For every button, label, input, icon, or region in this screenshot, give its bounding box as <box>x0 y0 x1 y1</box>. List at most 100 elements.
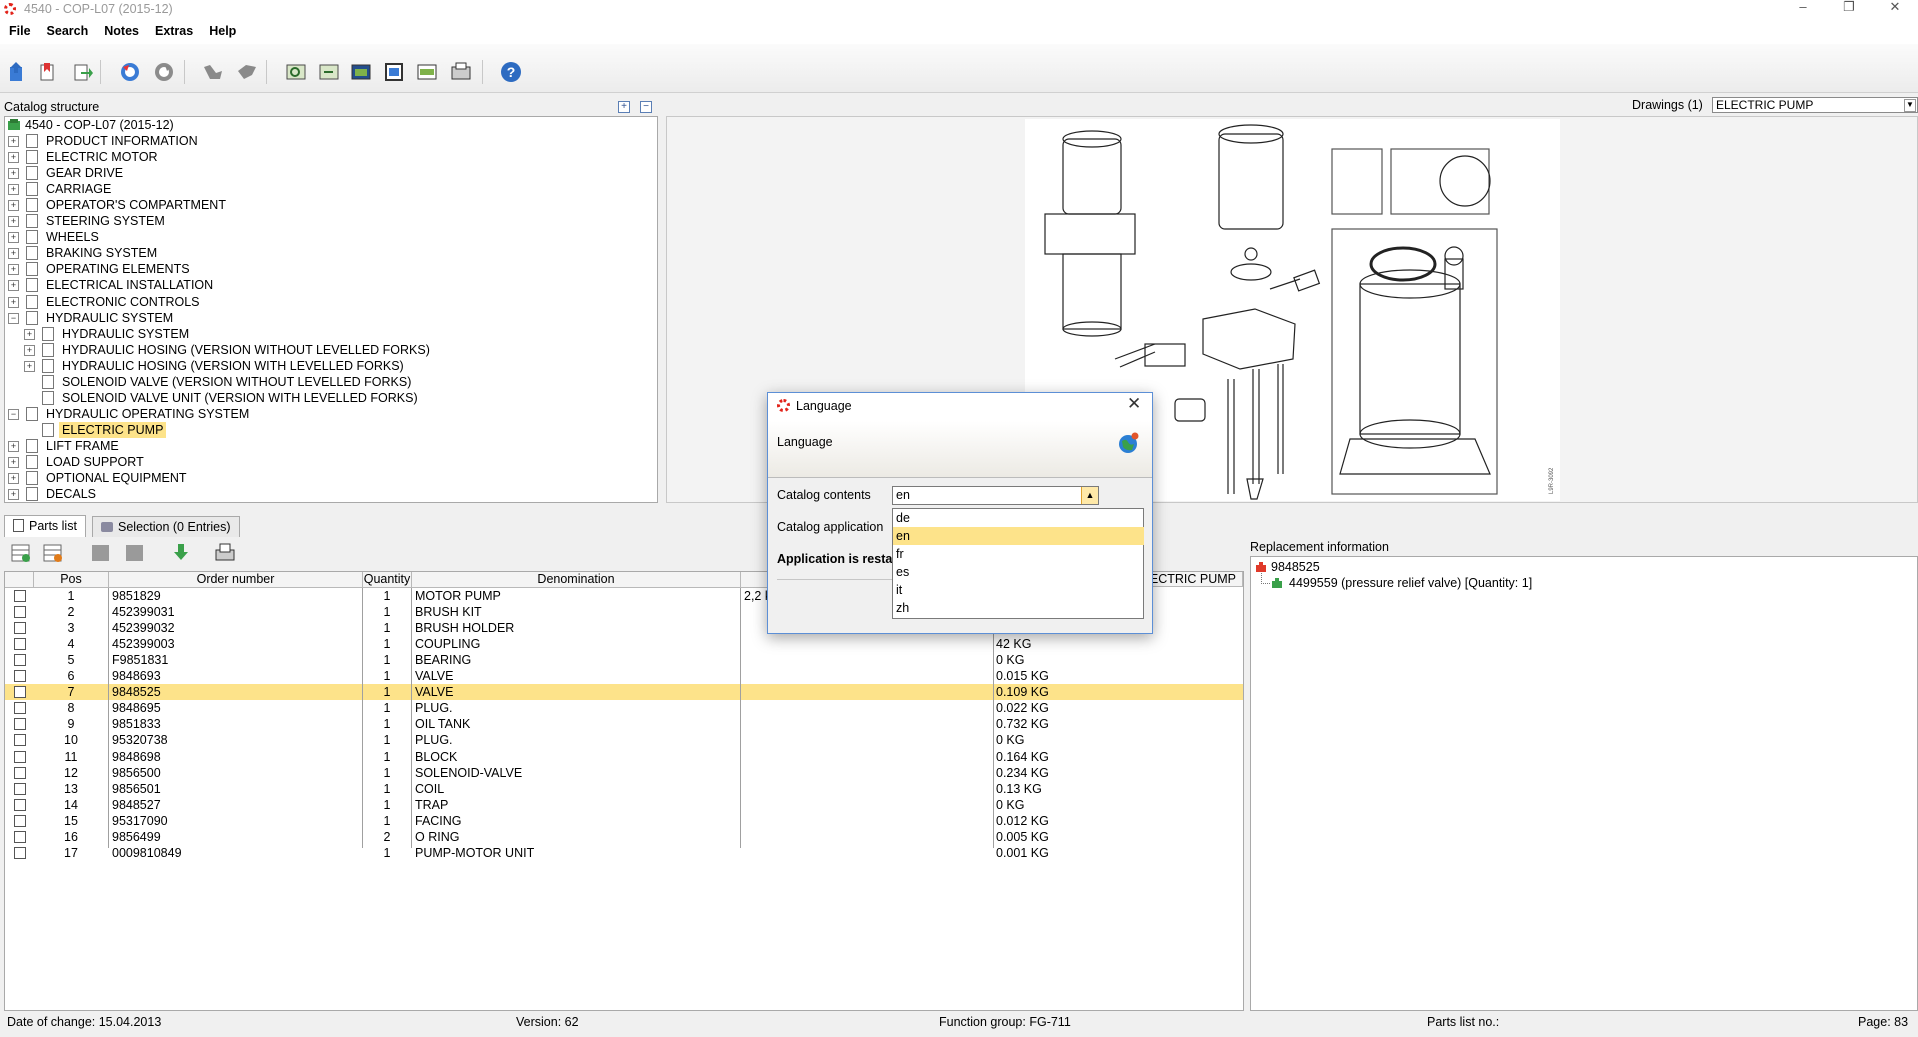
parts-table[interactable]: Pos Order number Quantity Denomination E… <box>4 571 1244 1011</box>
row-checkbox[interactable] <box>14 590 26 602</box>
row-checkbox[interactable] <box>14 670 26 683</box>
row-checkbox[interactable] <box>14 734 26 747</box>
catalog-contents-combo[interactable]: en ▲ <box>892 486 1099 505</box>
expand-icon[interactable]: + <box>8 152 19 164</box>
table-row[interactable]: 9 9851833 1 OIL TANK 0.732 KG <box>5 716 1243 732</box>
row-checkbox[interactable] <box>14 702 26 715</box>
table-row[interactable]: 17 0009810849 1 PUMP-MOTOR UNIT 0.001 KG <box>5 845 1243 861</box>
expand-icon[interactable]: + <box>8 184 19 196</box>
restore-button[interactable]: ❐ <box>1826 0 1872 22</box>
language-option[interactable]: fr <box>893 545 1144 563</box>
table-row[interactable]: 8 9848695 1 PLUG. 0.022 KG <box>5 700 1243 716</box>
export-icon[interactable] <box>72 61 94 83</box>
close-window-button[interactable]: ✕ <box>1872 0 1918 22</box>
drawings-select[interactable]: ELECTRIC PUMP ▼ <box>1712 97 1918 113</box>
menu-notes[interactable]: Notes <box>95 22 146 38</box>
cart-icon[interactable] <box>202 61 224 83</box>
table-row[interactable]: 15 95317090 1 FACING 0.012 KG <box>5 813 1243 829</box>
language-option[interactable]: en <box>893 527 1144 545</box>
header-quantity[interactable]: Quantity <box>363 572 412 588</box>
table-row[interactable]: 10 95320738 1 PLUG. 0 KG <box>5 732 1243 748</box>
grid-view-icon[interactable] <box>90 542 112 564</box>
table-row[interactable]: 5 F9851831 1 BEARING 0 KG <box>5 652 1243 668</box>
table-row[interactable]: 7 9848525 1 VALVE 0.109 KG <box>5 684 1243 701</box>
tab-parts-list[interactable]: Parts list <box>4 515 86 537</box>
language-dropdown-list[interactable]: de en fr es it zh <box>892 508 1144 619</box>
table-row[interactable]: 16 9856499 2 O RING 0.005 KG <box>5 829 1243 845</box>
table-row[interactable]: 11 9848698 1 BLOCK 0.164 KG <box>5 749 1243 765</box>
zoom-image-icon[interactable] <box>350 61 372 83</box>
table-row[interactable]: 14 9848527 1 TRAP 0 KG <box>5 797 1243 813</box>
language-option[interactable]: zh <box>893 599 1144 617</box>
expand-icon[interactable]: + <box>8 168 19 180</box>
expand-icon[interactable]: + <box>8 216 19 228</box>
expand-icon[interactable]: + <box>8 296 19 308</box>
row-checkbox[interactable] <box>14 798 26 811</box>
replacement-root[interactable]: 9848525 <box>1271 560 1320 574</box>
help-icon[interactable]: ? <box>500 61 522 83</box>
replacement-child[interactable]: 4499559 (pressure relief valve) [Quantit… <box>1289 576 1532 590</box>
bookmark-icon[interactable] <box>37 61 59 83</box>
row-checkbox[interactable] <box>14 782 26 795</box>
menu-file[interactable]: File <box>0 22 38 38</box>
menu-search[interactable]: Search <box>38 22 96 38</box>
header-pos[interactable]: Pos <box>34 572 109 588</box>
header-denomination[interactable]: Denomination <box>412 572 741 588</box>
row-checkbox[interactable] <box>14 686 26 699</box>
back-icon[interactable] <box>119 61 141 83</box>
expand-all-button[interactable]: + <box>618 101 630 113</box>
expand-icon[interactable]: + <box>24 328 35 340</box>
expand-icon[interactable]: + <box>8 457 19 468</box>
row-checkbox[interactable] <box>14 750 26 763</box>
expand-icon[interactable]: + <box>8 232 19 244</box>
expand-icon[interactable]: + <box>8 440 19 452</box>
menu-extras[interactable]: Extras <box>146 22 200 38</box>
minimize-button[interactable]: – <box>1780 0 1826 22</box>
expand-icon[interactable]: + <box>24 360 35 372</box>
tab-selection[interactable]: Selection (0 Entries) <box>92 516 240 537</box>
zoom-in-icon[interactable] <box>285 61 307 83</box>
forward-icon[interactable] <box>153 61 175 83</box>
collapse-icon[interactable]: − <box>8 408 19 420</box>
expand-icon[interactable]: + <box>8 248 19 260</box>
expand-icon[interactable]: + <box>8 136 19 147</box>
collapse-all-button[interactable]: − <box>640 101 652 113</box>
fit-width-icon[interactable] <box>416 61 438 83</box>
add-to-selection-icon[interactable] <box>10 542 32 564</box>
header-order-number[interactable]: Order number <box>109 572 363 588</box>
table-row[interactable]: 4 452399003 1 COUPLING 42 KG <box>5 636 1243 652</box>
table-row[interactable]: 13 9856501 1 COIL 0.13 KG <box>5 781 1243 797</box>
expand-icon[interactable]: + <box>8 264 19 276</box>
fit-page-icon[interactable] <box>383 61 405 83</box>
row-checkbox[interactable] <box>14 718 26 731</box>
collapse-icon[interactable]: − <box>8 312 19 324</box>
list-view-icon[interactable] <box>124 542 146 564</box>
row-checkbox[interactable] <box>14 606 26 619</box>
open-catalog-icon[interactable] <box>6 61 28 83</box>
row-checkbox[interactable] <box>14 638 26 651</box>
expand-icon[interactable]: + <box>8 489 19 501</box>
table-row[interactable]: 12 9856500 1 SOLENOID-VALVE 0.234 KG <box>5 765 1243 781</box>
menu-help[interactable]: Help <box>200 22 243 38</box>
expand-icon[interactable]: + <box>8 280 19 292</box>
row-checkbox[interactable] <box>14 622 26 635</box>
row-checkbox[interactable] <box>14 654 26 667</box>
language-option[interactable]: es <box>893 563 1144 581</box>
row-checkbox[interactable] <box>14 830 26 843</box>
language-option[interactable]: de <box>893 509 1144 527</box>
zoom-out-icon[interactable] <box>318 61 340 83</box>
expand-icon[interactable]: + <box>8 473 19 485</box>
add-all-icon[interactable] <box>42 542 64 564</box>
download-icon[interactable] <box>170 542 192 564</box>
print-icon[interactable] <box>214 542 236 564</box>
dialog-close-button[interactable]: ✕ <box>1127 394 1141 414</box>
cart-remove-icon[interactable] <box>236 61 258 83</box>
language-option[interactable]: it <box>893 581 1144 599</box>
print-drawing-icon[interactable] <box>450 61 472 83</box>
expand-icon[interactable]: + <box>24 344 35 356</box>
row-checkbox[interactable] <box>14 814 26 827</box>
row-checkbox[interactable] <box>14 846 26 859</box>
row-checkbox[interactable] <box>14 766 26 779</box>
chevron-up-icon[interactable]: ▲ <box>1081 487 1098 504</box>
expand-icon[interactable]: + <box>8 200 19 212</box>
